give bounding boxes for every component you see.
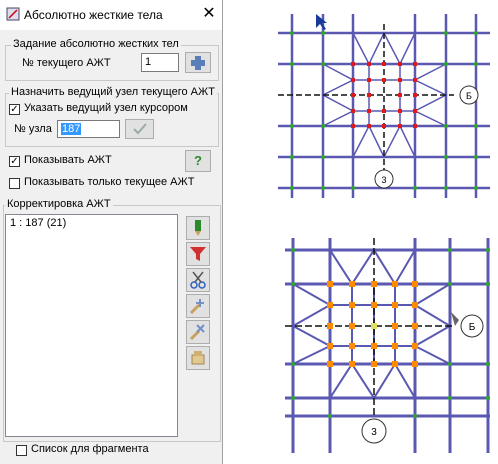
node-number-field[interactable]: 187 bbox=[57, 120, 120, 138]
dialog-title: Абсолютно жесткие тела bbox=[24, 8, 163, 22]
show-bodies-checkbox[interactable]: ✓ bbox=[9, 156, 20, 167]
check-icon bbox=[133, 123, 147, 135]
help-icon: ? bbox=[194, 153, 202, 168]
top-axes bbox=[278, 24, 454, 174]
bottom-axis-marker-3: 3 bbox=[361, 418, 387, 444]
eraser-icon bbox=[191, 351, 205, 365]
fragment-list-checkbox[interactable] bbox=[16, 445, 27, 456]
funnel-icon bbox=[190, 247, 206, 261]
rigid-bodies-dialog: Абсолютно жесткие тела ✕ Задание абсолют… bbox=[0, 0, 223, 464]
help-button[interactable]: ? bbox=[185, 150, 211, 172]
cursor-node-label: Указать ведущий узел курсором bbox=[24, 102, 188, 114]
bottom-nodes bbox=[291, 248, 490, 418]
add-element-icon bbox=[189, 299, 204, 315]
plus-icon bbox=[191, 56, 205, 70]
node-number-label: № узла bbox=[14, 123, 52, 135]
app-icon bbox=[6, 7, 20, 24]
node-number-value: 187 bbox=[61, 123, 82, 135]
apply-node-button[interactable] bbox=[125, 119, 154, 139]
add-body-button[interactable] bbox=[185, 52, 211, 73]
bottom-model-view[interactable]: Б 3 bbox=[285, 238, 490, 453]
show-current-only-label: Показывать только текущее АЖТ bbox=[24, 176, 195, 188]
current-body-label: № текущего АЖТ bbox=[22, 57, 111, 69]
pencil-icon bbox=[195, 220, 201, 236]
svg-text:3: 3 bbox=[371, 427, 377, 438]
cursor-node-checkbox[interactable]: ✓ bbox=[9, 104, 20, 115]
scissors-icon bbox=[190, 271, 206, 289]
title-bar: Абсолютно жесткие тела ✕ bbox=[0, 0, 222, 30]
delete-element-icon bbox=[189, 324, 205, 341]
show-current-only-checkbox[interactable] bbox=[9, 178, 20, 189]
fragment-list-label: Список для фрагмента bbox=[31, 443, 149, 455]
clear-button[interactable] bbox=[186, 346, 210, 370]
svg-text:3: 3 bbox=[381, 175, 386, 185]
filter-button[interactable] bbox=[186, 242, 210, 266]
correction-group-label: Корректировка АЖТ bbox=[5, 198, 113, 210]
correction-list[interactable]: 1 : 187 (21) bbox=[5, 214, 178, 437]
bottom-cursor-icon bbox=[451, 312, 459, 326]
cut-button[interactable] bbox=[186, 268, 210, 292]
list-item[interactable]: 1 : 187 (21) bbox=[6, 215, 177, 231]
create-group-label: Задание абсолютно жестких тел bbox=[11, 38, 181, 50]
add-node-button[interactable] bbox=[186, 216, 210, 240]
current-body-field[interactable]: 1 bbox=[141, 53, 179, 72]
svg-text:Б: Б bbox=[466, 91, 472, 101]
master-node-marker bbox=[371, 323, 377, 329]
master-node-group-label: Назначить ведущий узел текущего АЖТ bbox=[9, 86, 217, 98]
top-axis-marker-b: Б bbox=[459, 85, 479, 105]
svg-text:Б: Б bbox=[469, 322, 476, 333]
add-element-button[interactable] bbox=[186, 294, 210, 318]
show-bodies-label: Показывать АЖТ bbox=[24, 154, 112, 166]
top-axis-marker-3: 3 bbox=[374, 169, 394, 189]
top-model-view[interactable]: Б 3 bbox=[278, 14, 490, 198]
bottom-axis-marker-b: Б bbox=[460, 314, 484, 338]
delete-element-button[interactable] bbox=[186, 320, 210, 344]
close-icon[interactable]: ✕ bbox=[200, 4, 218, 24]
cursor-icon bbox=[316, 14, 327, 30]
